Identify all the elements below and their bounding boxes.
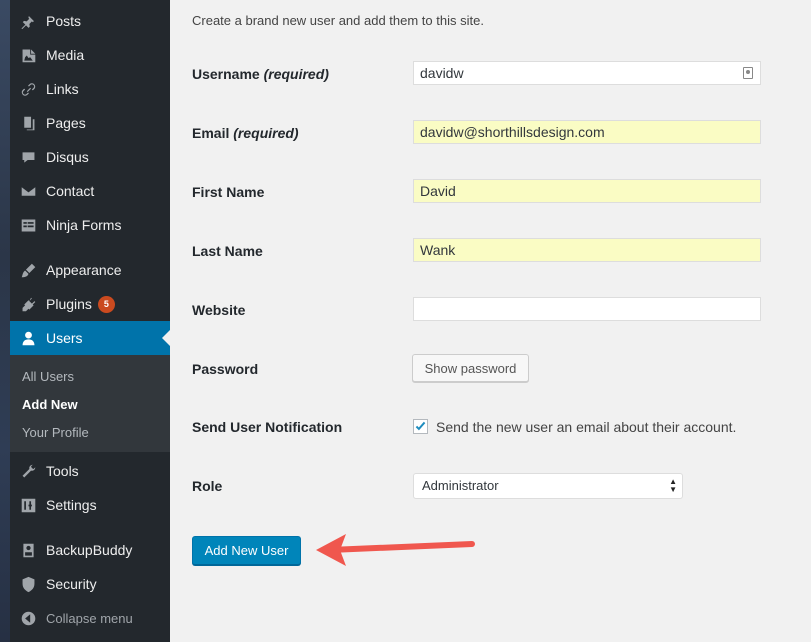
sidebar-item-label: Security (46, 576, 97, 592)
submenu-item-all-users[interactable]: All Users (22, 369, 74, 384)
sidebar-item-settings[interactable]: Settings (10, 488, 170, 522)
plugin-icon (18, 294, 38, 314)
sidebar-item-label: Appearance (46, 262, 122, 278)
admin-sidebar: Posts Media Links Pages Disqus Contact N… (10, 0, 170, 642)
sidebar-item-label: Posts (46, 13, 82, 29)
media-icon (18, 45, 38, 65)
sidebar-item-disqus[interactable]: Disqus (10, 140, 170, 174)
email-field[interactable]: davidw@shorthillsdesign.com (413, 120, 761, 144)
sidebar-item-pages[interactable]: Pages (10, 106, 170, 140)
desktop-edge (0, 0, 10, 642)
sidebar-item-label: Users (46, 330, 83, 346)
sidebar-item-security[interactable]: Security (10, 567, 170, 601)
sidebar-item-label: Plugins (46, 296, 92, 312)
sidebar-item-posts[interactable]: Posts (10, 4, 170, 38)
settings-icon (18, 495, 38, 515)
username-value: davidw (420, 65, 464, 81)
password-label: Password (192, 361, 259, 377)
brush-icon (18, 260, 38, 280)
sidebar-item-label: Contact (46, 183, 95, 199)
sidebar-item-links[interactable]: Links (10, 72, 170, 106)
last-name-value: Wank (420, 242, 456, 258)
sidebar-item-media[interactable]: Media (10, 38, 170, 72)
link-icon (18, 79, 38, 99)
select-arrows-icon: ▲ ▼ (669, 477, 677, 494)
shield-icon (18, 574, 38, 594)
collapse-menu-button[interactable]: Collapse menu (10, 601, 170, 635)
role-label: Role (192, 478, 223, 494)
sidebar-item-label: Disqus (46, 149, 89, 165)
last-name-label: Last Name (192, 243, 263, 259)
first-name-field[interactable]: David (413, 179, 761, 203)
username-label: Username (required) (192, 66, 329, 82)
show-password-button[interactable]: Show password (412, 354, 529, 382)
form-intro: Create a brand new user and add them to … (192, 13, 484, 28)
website-label: Website (192, 302, 246, 318)
sidebar-item-appearance[interactable]: Appearance (10, 253, 170, 287)
user-icon (18, 328, 38, 348)
collapse-icon (18, 608, 38, 628)
website-field[interactable] (413, 297, 761, 321)
submenu-item-add-new[interactable]: Add New (22, 397, 78, 412)
submenu-item-your-profile[interactable]: Your Profile (22, 425, 89, 440)
sidebar-item-backupbuddy[interactable]: BackupBuddy (10, 533, 170, 567)
email-label-text: Email (192, 125, 230, 141)
add-new-user-button[interactable]: Add New User (192, 536, 301, 565)
sidebar-item-label: Pages (46, 115, 86, 131)
annotation-arrow (316, 534, 475, 566)
role-selected-value: Administrator (422, 478, 499, 493)
first-name-value: David (420, 183, 456, 199)
contact-card-icon[interactable] (743, 67, 753, 79)
sidebar-item-ninja-forms[interactable]: Ninja Forms (10, 208, 170, 242)
send-notification-text: Send the new user an email about their a… (436, 419, 737, 435)
sidebar-item-users[interactable]: Users (10, 321, 170, 355)
sidebar-item-contact[interactable]: Contact (10, 174, 170, 208)
sidebar-item-label: Links (46, 81, 79, 97)
sidebar-item-plugins[interactable]: Plugins 5 (10, 287, 170, 321)
checkmark-icon (415, 421, 426, 431)
active-indicator (162, 330, 170, 346)
wrench-icon (18, 461, 38, 481)
plugins-update-badge: 5 (97, 295, 115, 313)
sidebar-item-label: Settings (46, 497, 97, 513)
sidebar-item-label: BackupBuddy (46, 542, 133, 558)
sidebar-item-label: Tools (46, 463, 79, 479)
backup-icon (18, 540, 38, 560)
envelope-icon (18, 181, 38, 201)
pages-icon (18, 113, 38, 133)
sidebar-item-tools[interactable]: Tools (10, 454, 170, 488)
required-note: (required) (263, 66, 329, 82)
send-notification-label: Send User Notification (192, 419, 343, 435)
comment-icon (18, 147, 38, 167)
users-submenu: All Users Add New Your Profile (10, 355, 170, 452)
form-icon (18, 215, 38, 235)
sidebar-item-label: Ninja Forms (46, 217, 122, 233)
first-name-label: First Name (192, 184, 265, 200)
email-label: Email (required) (192, 125, 299, 141)
role-select[interactable]: Administrator ▲ ▼ (413, 473, 683, 499)
username-field[interactable]: davidw (413, 61, 761, 85)
username-label-text: Username (192, 66, 260, 82)
last-name-field[interactable]: Wank (413, 238, 761, 262)
email-value: davidw@shorthillsdesign.com (420, 124, 605, 140)
required-note: (required) (233, 125, 299, 141)
pin-icon (18, 11, 38, 31)
send-notification-checkbox[interactable] (413, 419, 428, 434)
sidebar-item-label: Media (46, 47, 85, 63)
collapse-menu-label: Collapse menu (46, 610, 133, 626)
